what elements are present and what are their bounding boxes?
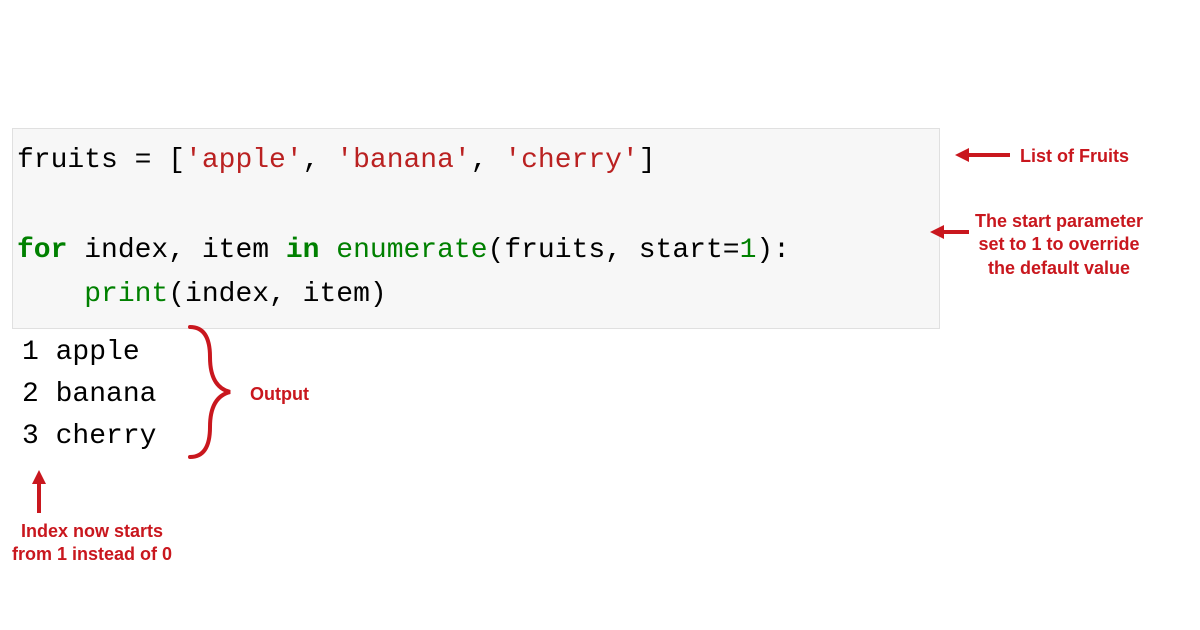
annotation-index-line2: from 1 instead of 0 bbox=[12, 544, 172, 564]
code-space bbox=[319, 235, 336, 266]
output-line1: 1 apple bbox=[22, 337, 140, 368]
annotation-index-line1: Index now starts bbox=[21, 521, 163, 541]
arrow-start-icon bbox=[930, 225, 944, 239]
arrow-fruits-icon bbox=[955, 148, 969, 162]
annotation-start: The start parameter set to 1 to override… bbox=[975, 210, 1143, 280]
code-str2: 'banana' bbox=[336, 145, 470, 176]
code-in: in bbox=[286, 235, 320, 266]
annotation-start-line3: the default value bbox=[988, 258, 1130, 278]
arrow-index-line bbox=[37, 483, 41, 513]
arrow-index-icon bbox=[32, 470, 46, 484]
arrow-fruits-line bbox=[968, 153, 1010, 157]
code-close-bracket: ] bbox=[639, 145, 656, 176]
code-indent bbox=[17, 279, 84, 310]
code-num1: 1 bbox=[740, 235, 757, 266]
brace-icon bbox=[185, 322, 235, 462]
annotation-output: Output bbox=[250, 384, 309, 405]
output-line3: 3 cherry bbox=[22, 421, 156, 452]
annotation-index: Index now starts from 1 instead of 0 bbox=[12, 520, 172, 567]
code-str3: 'cherry' bbox=[504, 145, 638, 176]
output-line2: 2 banana bbox=[22, 379, 156, 410]
code-block: fruits = ['apple', 'banana', 'cherry'] f… bbox=[12, 128, 940, 329]
code-print-args: (index, item) bbox=[168, 279, 386, 310]
code-comma2: , bbox=[471, 145, 505, 176]
annotation-start-line1: The start parameter bbox=[975, 211, 1143, 231]
annotation-output-text: Output bbox=[250, 384, 309, 404]
code-var: fruits bbox=[17, 145, 118, 176]
annotation-fruits: List of Fruits bbox=[1020, 146, 1129, 167]
code-comma1: , bbox=[303, 145, 337, 176]
code-paren-close: ): bbox=[756, 235, 790, 266]
code-for: for bbox=[17, 235, 67, 266]
annotation-start-line2: set to 1 to override bbox=[979, 234, 1140, 254]
code-print: print bbox=[84, 279, 168, 310]
code-paren-open: (fruits, start= bbox=[488, 235, 740, 266]
arrow-start-line bbox=[943, 230, 969, 234]
code-loop-vars: index, item bbox=[67, 235, 285, 266]
code-str1: 'apple' bbox=[185, 145, 303, 176]
code-assign: = [ bbox=[118, 145, 185, 176]
output-block: 1 apple 2 banana 3 cherry bbox=[22, 332, 156, 458]
code-enumerate: enumerate bbox=[336, 235, 487, 266]
annotation-fruits-text: List of Fruits bbox=[1020, 146, 1129, 166]
